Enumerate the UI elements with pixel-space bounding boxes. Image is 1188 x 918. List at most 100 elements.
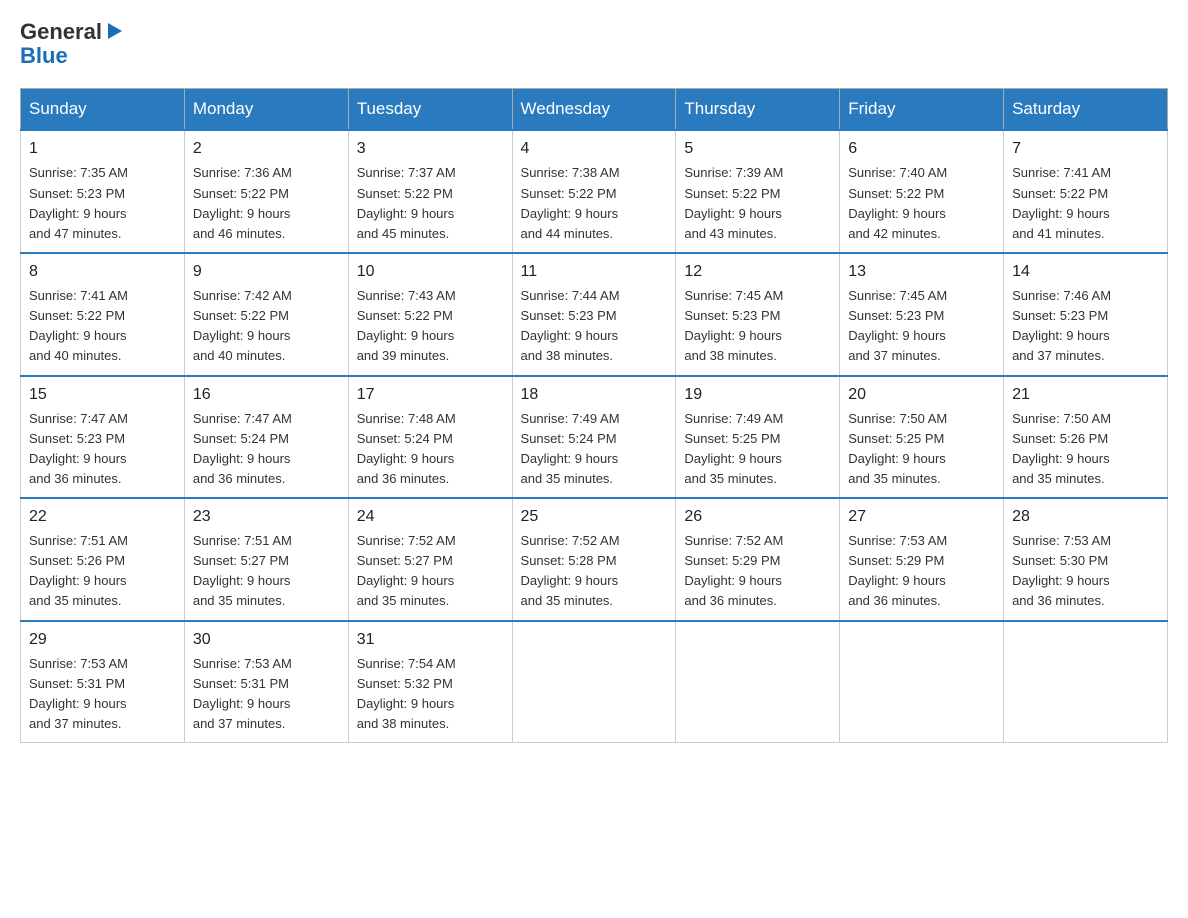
day-info: Sunrise: 7:52 AMSunset: 5:28 PMDaylight:… bbox=[521, 533, 620, 608]
day-number: 21 bbox=[1012, 383, 1159, 407]
day-number: 20 bbox=[848, 383, 995, 407]
day-number: 12 bbox=[684, 260, 831, 284]
day-info: Sunrise: 7:45 AMSunset: 5:23 PMDaylight:… bbox=[684, 288, 783, 363]
day-number: 2 bbox=[193, 137, 340, 161]
day-info: Sunrise: 7:49 AMSunset: 5:25 PMDaylight:… bbox=[684, 411, 783, 486]
day-number: 27 bbox=[848, 505, 995, 529]
col-header-sunday: Sunday bbox=[21, 89, 185, 131]
col-header-tuesday: Tuesday bbox=[348, 89, 512, 131]
day-number: 6 bbox=[848, 137, 995, 161]
day-info: Sunrise: 7:43 AMSunset: 5:22 PMDaylight:… bbox=[357, 288, 456, 363]
calendar-week-row: 22 Sunrise: 7:51 AMSunset: 5:26 PMDaylig… bbox=[21, 498, 1168, 621]
calendar-cell: 21 Sunrise: 7:50 AMSunset: 5:26 PMDaylig… bbox=[1004, 376, 1168, 499]
calendar-table: SundayMondayTuesdayWednesdayThursdayFrid… bbox=[20, 88, 1168, 743]
day-info: Sunrise: 7:45 AMSunset: 5:23 PMDaylight:… bbox=[848, 288, 947, 363]
calendar-cell: 31 Sunrise: 7:54 AMSunset: 5:32 PMDaylig… bbox=[348, 621, 512, 743]
calendar-cell: 8 Sunrise: 7:41 AMSunset: 5:22 PMDayligh… bbox=[21, 253, 185, 376]
calendar-cell: 9 Sunrise: 7:42 AMSunset: 5:22 PMDayligh… bbox=[184, 253, 348, 376]
day-number: 9 bbox=[193, 260, 340, 284]
day-info: Sunrise: 7:44 AMSunset: 5:23 PMDaylight:… bbox=[521, 288, 620, 363]
day-number: 10 bbox=[357, 260, 504, 284]
col-header-thursday: Thursday bbox=[676, 89, 840, 131]
day-number: 1 bbox=[29, 137, 176, 161]
logo: General Blue bbox=[20, 20, 126, 68]
day-info: Sunrise: 7:53 AMSunset: 5:29 PMDaylight:… bbox=[848, 533, 947, 608]
day-info: Sunrise: 7:54 AMSunset: 5:32 PMDaylight:… bbox=[357, 656, 456, 731]
calendar-cell: 20 Sunrise: 7:50 AMSunset: 5:25 PMDaylig… bbox=[840, 376, 1004, 499]
day-number: 13 bbox=[848, 260, 995, 284]
day-info: Sunrise: 7:48 AMSunset: 5:24 PMDaylight:… bbox=[357, 411, 456, 486]
day-info: Sunrise: 7:38 AMSunset: 5:22 PMDaylight:… bbox=[521, 165, 620, 240]
day-number: 5 bbox=[684, 137, 831, 161]
day-number: 29 bbox=[29, 628, 176, 652]
calendar-cell bbox=[512, 621, 676, 743]
calendar-cell: 25 Sunrise: 7:52 AMSunset: 5:28 PMDaylig… bbox=[512, 498, 676, 621]
day-number: 22 bbox=[29, 505, 176, 529]
col-header-friday: Friday bbox=[840, 89, 1004, 131]
day-info: Sunrise: 7:51 AMSunset: 5:26 PMDaylight:… bbox=[29, 533, 128, 608]
calendar-cell: 24 Sunrise: 7:52 AMSunset: 5:27 PMDaylig… bbox=[348, 498, 512, 621]
col-header-wednesday: Wednesday bbox=[512, 89, 676, 131]
day-info: Sunrise: 7:37 AMSunset: 5:22 PMDaylight:… bbox=[357, 165, 456, 240]
calendar-cell bbox=[676, 621, 840, 743]
logo-arrow-icon bbox=[104, 20, 126, 42]
day-number: 14 bbox=[1012, 260, 1159, 284]
calendar-cell: 1 Sunrise: 7:35 AMSunset: 5:23 PMDayligh… bbox=[21, 130, 185, 253]
day-info: Sunrise: 7:53 AMSunset: 5:31 PMDaylight:… bbox=[193, 656, 292, 731]
calendar-cell: 10 Sunrise: 7:43 AMSunset: 5:22 PMDaylig… bbox=[348, 253, 512, 376]
calendar-week-row: 29 Sunrise: 7:53 AMSunset: 5:31 PMDaylig… bbox=[21, 621, 1168, 743]
calendar-cell: 22 Sunrise: 7:51 AMSunset: 5:26 PMDaylig… bbox=[21, 498, 185, 621]
calendar-cell: 7 Sunrise: 7:41 AMSunset: 5:22 PMDayligh… bbox=[1004, 130, 1168, 253]
day-number: 4 bbox=[521, 137, 668, 161]
calendar-cell: 30 Sunrise: 7:53 AMSunset: 5:31 PMDaylig… bbox=[184, 621, 348, 743]
calendar-cell: 15 Sunrise: 7:47 AMSunset: 5:23 PMDaylig… bbox=[21, 376, 185, 499]
day-number: 31 bbox=[357, 628, 504, 652]
day-number: 26 bbox=[684, 505, 831, 529]
col-header-monday: Monday bbox=[184, 89, 348, 131]
calendar-cell: 6 Sunrise: 7:40 AMSunset: 5:22 PMDayligh… bbox=[840, 130, 1004, 253]
calendar-cell: 2 Sunrise: 7:36 AMSunset: 5:22 PMDayligh… bbox=[184, 130, 348, 253]
day-info: Sunrise: 7:42 AMSunset: 5:22 PMDaylight:… bbox=[193, 288, 292, 363]
day-info: Sunrise: 7:41 AMSunset: 5:22 PMDaylight:… bbox=[29, 288, 128, 363]
day-info: Sunrise: 7:53 AMSunset: 5:31 PMDaylight:… bbox=[29, 656, 128, 731]
day-info: Sunrise: 7:41 AMSunset: 5:22 PMDaylight:… bbox=[1012, 165, 1111, 240]
calendar-cell: 23 Sunrise: 7:51 AMSunset: 5:27 PMDaylig… bbox=[184, 498, 348, 621]
calendar-cell: 5 Sunrise: 7:39 AMSunset: 5:22 PMDayligh… bbox=[676, 130, 840, 253]
day-info: Sunrise: 7:40 AMSunset: 5:22 PMDaylight:… bbox=[848, 165, 947, 240]
calendar-cell: 11 Sunrise: 7:44 AMSunset: 5:23 PMDaylig… bbox=[512, 253, 676, 376]
day-info: Sunrise: 7:47 AMSunset: 5:23 PMDaylight:… bbox=[29, 411, 128, 486]
calendar-cell: 28 Sunrise: 7:53 AMSunset: 5:30 PMDaylig… bbox=[1004, 498, 1168, 621]
logo-general: General bbox=[20, 20, 102, 44]
day-info: Sunrise: 7:36 AMSunset: 5:22 PMDaylight:… bbox=[193, 165, 292, 240]
day-number: 15 bbox=[29, 383, 176, 407]
calendar-cell: 16 Sunrise: 7:47 AMSunset: 5:24 PMDaylig… bbox=[184, 376, 348, 499]
day-number: 24 bbox=[357, 505, 504, 529]
day-info: Sunrise: 7:51 AMSunset: 5:27 PMDaylight:… bbox=[193, 533, 292, 608]
day-number: 19 bbox=[684, 383, 831, 407]
day-info: Sunrise: 7:52 AMSunset: 5:27 PMDaylight:… bbox=[357, 533, 456, 608]
calendar-cell: 29 Sunrise: 7:53 AMSunset: 5:31 PMDaylig… bbox=[21, 621, 185, 743]
day-number: 8 bbox=[29, 260, 176, 284]
calendar-cell: 3 Sunrise: 7:37 AMSunset: 5:22 PMDayligh… bbox=[348, 130, 512, 253]
day-number: 3 bbox=[357, 137, 504, 161]
day-number: 23 bbox=[193, 505, 340, 529]
calendar-cell: 12 Sunrise: 7:45 AMSunset: 5:23 PMDaylig… bbox=[676, 253, 840, 376]
day-number: 11 bbox=[521, 260, 668, 284]
day-info: Sunrise: 7:46 AMSunset: 5:23 PMDaylight:… bbox=[1012, 288, 1111, 363]
calendar-cell: 18 Sunrise: 7:49 AMSunset: 5:24 PMDaylig… bbox=[512, 376, 676, 499]
calendar-cell: 13 Sunrise: 7:45 AMSunset: 5:23 PMDaylig… bbox=[840, 253, 1004, 376]
calendar-cell: 19 Sunrise: 7:49 AMSunset: 5:25 PMDaylig… bbox=[676, 376, 840, 499]
calendar-week-row: 1 Sunrise: 7:35 AMSunset: 5:23 PMDayligh… bbox=[21, 130, 1168, 253]
calendar-week-row: 8 Sunrise: 7:41 AMSunset: 5:22 PMDayligh… bbox=[21, 253, 1168, 376]
day-info: Sunrise: 7:39 AMSunset: 5:22 PMDaylight:… bbox=[684, 165, 783, 240]
day-number: 28 bbox=[1012, 505, 1159, 529]
day-number: 16 bbox=[193, 383, 340, 407]
calendar-cell bbox=[840, 621, 1004, 743]
day-number: 18 bbox=[521, 383, 668, 407]
day-info: Sunrise: 7:52 AMSunset: 5:29 PMDaylight:… bbox=[684, 533, 783, 608]
day-info: Sunrise: 7:53 AMSunset: 5:30 PMDaylight:… bbox=[1012, 533, 1111, 608]
col-header-saturday: Saturday bbox=[1004, 89, 1168, 131]
calendar-cell: 17 Sunrise: 7:48 AMSunset: 5:24 PMDaylig… bbox=[348, 376, 512, 499]
logo-blue: Blue bbox=[20, 44, 126, 68]
calendar-cell: 4 Sunrise: 7:38 AMSunset: 5:22 PMDayligh… bbox=[512, 130, 676, 253]
